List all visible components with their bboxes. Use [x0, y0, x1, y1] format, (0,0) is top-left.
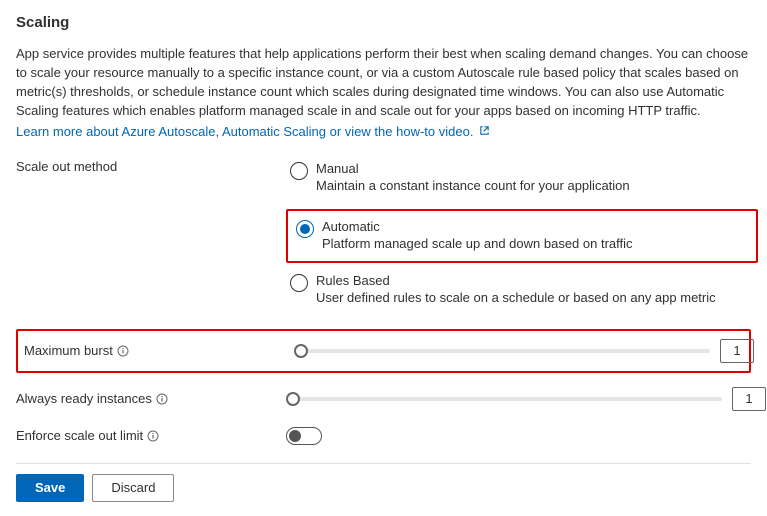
maximum-burst-input[interactable]: 1: [720, 339, 754, 363]
radio-icon: [290, 162, 308, 180]
radio-icon: [290, 274, 308, 292]
radio-title: Manual: [316, 161, 630, 178]
intro-text: App service provides multiple features t…: [16, 45, 751, 120]
info-icon[interactable]: [117, 345, 129, 357]
discard-button[interactable]: Discard: [92, 474, 174, 502]
radio-title: Rules Based: [316, 273, 716, 290]
radio-desc: Platform managed scale up and down based…: [322, 236, 633, 253]
scale-out-method-label: Scale out method: [16, 157, 286, 174]
learn-more-link[interactable]: Learn more about Azure Autoscale, Automa…: [16, 124, 490, 139]
slider-thumb[interactable]: [294, 344, 308, 358]
info-icon[interactable]: [156, 393, 168, 405]
enforce-limit-label: Enforce scale out limit: [16, 428, 143, 443]
page-title: Scaling: [16, 14, 751, 31]
always-ready-slider[interactable]: [286, 390, 722, 408]
external-link-icon: [479, 124, 490, 139]
always-ready-input[interactable]: 1: [732, 387, 766, 411]
slider-thumb[interactable]: [286, 392, 300, 406]
radio-title: Automatic: [322, 219, 633, 236]
always-ready-label: Always ready instances: [16, 391, 152, 406]
enforce-limit-toggle[interactable]: [286, 427, 322, 445]
save-button[interactable]: Save: [16, 474, 84, 502]
maximum-burst-label: Maximum burst: [24, 343, 113, 358]
radio-desc: Maintain a constant instance count for y…: [316, 178, 630, 195]
info-icon[interactable]: [147, 430, 159, 442]
maximum-burst-slider[interactable]: [294, 342, 710, 360]
radio-option-rules-based[interactable]: Rules Based User defined rules to scale …: [286, 269, 758, 317]
radio-option-automatic[interactable]: Automatic Platform managed scale up and …: [292, 215, 752, 255]
radio-option-manual[interactable]: Manual Maintain a constant instance coun…: [286, 157, 758, 205]
radio-icon-selected: [296, 220, 314, 238]
divider: [16, 463, 751, 464]
radio-desc: User defined rules to scale on a schedul…: [316, 290, 716, 307]
